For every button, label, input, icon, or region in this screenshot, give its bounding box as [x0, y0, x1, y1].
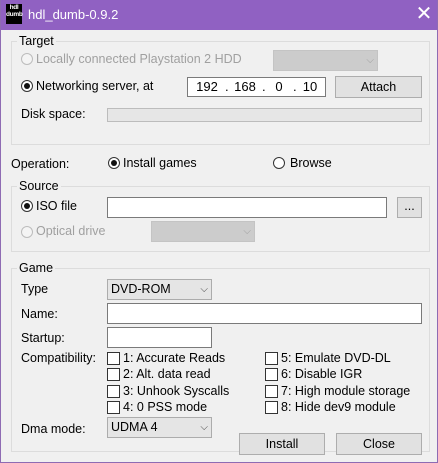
compat-label-4: 4: 0 PSS mode	[123, 400, 208, 414]
compat-checkbox-7[interactable]	[265, 385, 278, 398]
ip-octet-3[interactable]: 0	[271, 78, 287, 96]
install-games-radio[interactable]	[108, 157, 120, 169]
iso-file-radio[interactable]	[21, 200, 33, 212]
startup-input[interactable]	[107, 327, 212, 348]
compatibility-label: Compatibility:	[21, 351, 97, 365]
chevron-down-icon: ⌵	[366, 55, 374, 66]
chevron-down-icon: ⌵	[243, 226, 251, 237]
ip-octet-2[interactable]: 168	[232, 78, 258, 96]
source-group: Source	[11, 179, 430, 252]
attach-button[interactable]: Attach	[335, 76, 422, 98]
chevron-down-icon: ⌵	[200, 422, 208, 433]
dma-mode-label: Dma mode:	[21, 422, 86, 436]
network-radio[interactable]	[21, 80, 33, 92]
name-label: Name:	[21, 307, 58, 321]
ip-octet-1[interactable]: 192	[194, 78, 220, 96]
disk-space-bar	[107, 108, 422, 122]
install-games-label: Install games	[123, 156, 197, 170]
compat-label-1: 1: Accurate Reads	[123, 351, 226, 365]
dma-mode-select[interactable]: UDMA 4 ⌵	[107, 417, 212, 438]
chevron-down-icon: ⌵	[200, 284, 208, 295]
browse-radio[interactable]	[273, 157, 285, 169]
app-logo-icon: hdl dumb	[6, 4, 23, 24]
disk-space-label: Disk space:	[21, 107, 86, 121]
compat-checkbox-6[interactable]	[265, 368, 278, 381]
compat-checkbox-3[interactable]	[107, 385, 120, 398]
dma-mode-value: UDMA 4	[111, 420, 158, 434]
optical-drive-label: Optical drive	[36, 224, 106, 238]
close-window-icon[interactable]: ✕	[409, 0, 437, 30]
logo-line-1: hdl	[9, 4, 19, 11]
compat-checkbox-2[interactable]	[107, 368, 120, 381]
compat-label-2: 2: Alt. data read	[123, 367, 211, 381]
compat-label-6: 6: Disable IGR	[281, 367, 363, 381]
ip-dot: .	[262, 79, 266, 94]
logo-line-2: dumb	[6, 11, 23, 18]
local-hdd-select[interactable]: ⌵	[273, 50, 378, 71]
type-label: Type	[21, 282, 49, 296]
local-hdd-label: Locally connected Playstation 2 HDD	[36, 52, 242, 66]
optical-drive-radio[interactable]	[21, 226, 33, 238]
browse-iso-button[interactable]: ...	[397, 197, 422, 218]
window-title: hdl_dumb-0.9.2	[28, 7, 119, 22]
close-button[interactable]: Close	[336, 433, 422, 455]
target-group-title: Target	[17, 34, 56, 48]
ip-octet-4[interactable]: 10	[300, 78, 320, 96]
startup-label: Startup:	[21, 331, 65, 345]
network-label: Networking server, at	[36, 79, 154, 93]
compat-checkbox-4[interactable]	[107, 401, 120, 414]
ip-address-input[interactable]: 192 . 168 . 0 . 10	[187, 77, 326, 97]
ip-dot: .	[225, 79, 229, 94]
iso-path-input[interactable]	[107, 197, 387, 218]
compat-label-7: 7: High module storage	[281, 384, 411, 398]
install-button[interactable]: Install	[239, 433, 325, 455]
source-group-title: Source	[17, 179, 61, 193]
local-hdd-radio[interactable]	[21, 53, 33, 65]
operation-label: Operation:	[11, 157, 70, 171]
compat-label-8: 8: Hide dev9 module	[281, 400, 396, 414]
type-select[interactable]: DVD-ROM ⌵	[107, 279, 212, 300]
iso-file-label: ISO file	[36, 199, 77, 213]
compat-checkbox-5[interactable]	[265, 352, 278, 365]
optical-drive-select[interactable]: ⌵	[151, 221, 255, 242]
app-window: hdl dumb hdl_dumb-0.9.2 ✕ Target Locally…	[0, 0, 438, 463]
compat-label-5: 5: Emulate DVD-DL	[281, 351, 391, 365]
ip-dot: .	[293, 79, 297, 94]
type-select-value: DVD-ROM	[111, 282, 171, 296]
title-bar: hdl dumb hdl_dumb-0.9.2 ✕	[1, 0, 437, 30]
compat-checkbox-1[interactable]	[107, 352, 120, 365]
browse-label: Browse	[290, 156, 332, 170]
compat-checkbox-8[interactable]	[265, 401, 278, 414]
name-input[interactable]	[107, 303, 422, 324]
compat-label-3: 3: Unhook Syscalls	[123, 384, 230, 398]
game-group-title: Game	[17, 261, 56, 275]
